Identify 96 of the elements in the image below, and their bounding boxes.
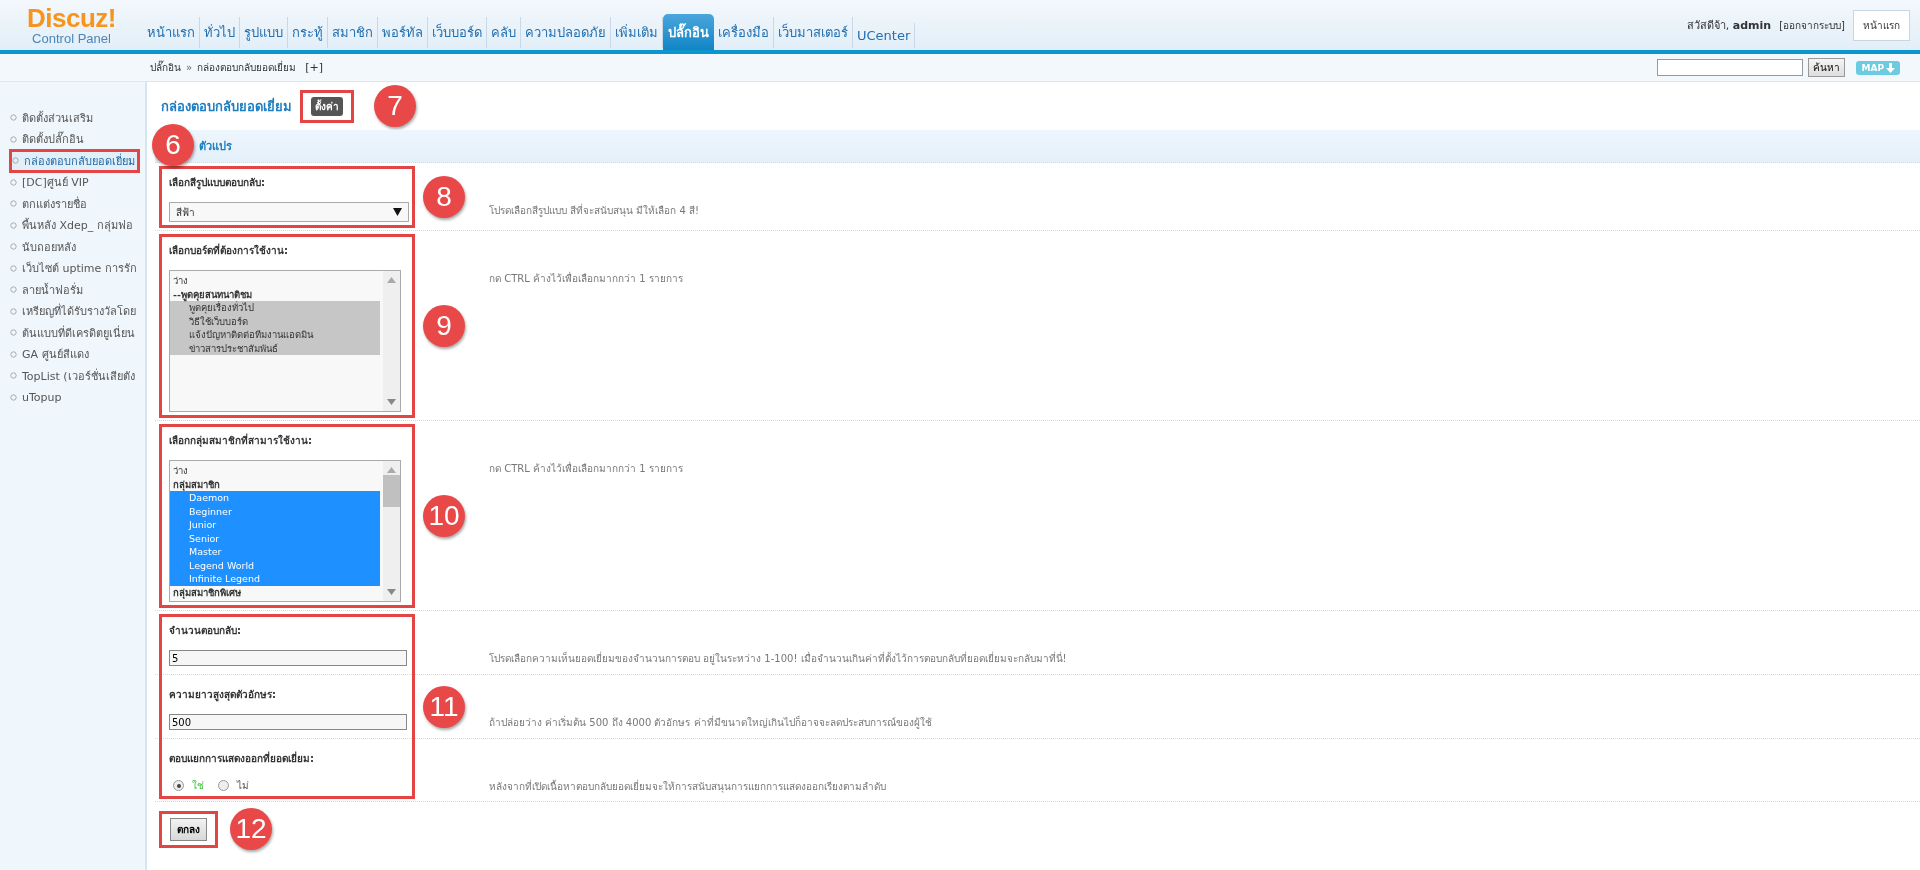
nav-tab[interactable]: เว็บมาสเตอร์ (774, 17, 853, 48)
settings-button[interactable]: ตั้งค่า (311, 96, 343, 116)
search-field[interactable] (1657, 59, 1804, 76)
bullet-icon (10, 372, 17, 380)
logout-link[interactable]: [ออกจากระบบ] (1779, 17, 1845, 33)
field-label: เลือกบอร์ดที่ต้องการใช้งาน: (169, 243, 289, 258)
field-label: เลือกสีรูปแบบตอบกลับ: (169, 176, 266, 190)
scroll-down-arrow-icon[interactable] (387, 399, 396, 405)
sidebar-item[interactable]: TopList (เวอร์ชั่นเสียตัง (0, 365, 145, 387)
callout-marker: 9 (423, 305, 465, 347)
bullet-icon (10, 135, 17, 143)
nav-tab[interactable]: รูปแบบ (240, 17, 288, 48)
nav-tab[interactable]: UCenter (853, 23, 916, 48)
bullet-icon (10, 178, 17, 186)
list-option[interactable]: กลุ่มสมาชิกพิเศษ (170, 585, 380, 599)
sidebar-item[interactable]: นับถอยหลัง (0, 236, 145, 258)
bullet-icon (10, 393, 17, 401)
scroll-up-arrow-icon[interactable] (387, 467, 396, 473)
callout-marker: 12 (230, 808, 272, 850)
sidebar-item[interactable]: uTopup (0, 386, 145, 408)
list-option[interactable]: พูดคุยเรื่องทั่วไป (170, 301, 380, 315)
hint-text: โปรดเลือกสีรูปแบบ สีที่จะสนับสนุน มีให้เลือก 4 สี! (488, 202, 701, 219)
search-button[interactable]: ค้นหา (1808, 58, 1846, 77)
nav-tab[interactable]: คลับ (487, 17, 521, 48)
hint-text: ถ้าปล่อยว่าง ค่าเริ่มต้น 500 ถึง 4000 ตัวอักษร ค่าที่มีขนาดใหญ่เกินไปก็อาจจะลดประสบการณ์ของผู้ใช้ (488, 714, 933, 731)
sidebar-item[interactable]: ติดตั้งปลั๊กอิน (0, 128, 145, 150)
field-label: ความยาวสูงสุดตัวอักษร: (169, 688, 277, 702)
logo-title: Discuz! (27, 4, 116, 31)
multi-select-list[interactable]: ว่าง --พูดคุยสนทนาติชม พูดคุยเรื่องทั่วไป วิธีใช้เว็บบอร์ด แจ้งปัญหาติดต่อทีมงานแอดมิน ข่าวสารประชาสัมพันธ์ (169, 270, 401, 412)
sidebar-item[interactable]: [DC]ศูนย์ VIP (0, 171, 145, 193)
section-title: ตัวแปร (199, 139, 232, 155)
breadcrumb-link[interactable]: ปลั๊กอิน (150, 60, 181, 75)
bullet-icon (10, 350, 17, 358)
color-select[interactable]: สีฟ้า (169, 202, 409, 222)
sidebar-item[interactable]: ต้นแบบที่ดีเครดิตยูเนี่ยน (0, 322, 145, 344)
dropdown-arrow-icon (393, 208, 402, 216)
hint-text: หลังจากที่เปิดเนื้อหาตอบกลับยอดเยี่ยมจะให้การสนับสนุนการแยกการแสดงออกเรียงตามลำดับ (488, 778, 887, 795)
field-label: ตอบแยกการแสดงออกที่ยอดเยี่ยม: (169, 751, 315, 766)
down-arrow-icon (1886, 62, 1895, 73)
multi-select-list[interactable]: ว่าง กลุ่มสมาชิก Daemon Beginner Junior Senior Master Legend World Infinite Legend กลุ่มสมาชิกพิเศษ (169, 460, 401, 602)
greeting-text: สวัสดีจ้า, admin (1686, 18, 1772, 34)
bullet-icon (10, 200, 17, 208)
submit-button[interactable]: ตกลง (170, 817, 207, 841)
hint-text: กด CTRL ค้างไว้เพื่อเลือกมากกว่า 1 รายการ (488, 270, 684, 286)
hint-text: กด CTRL ค้างไว้เพื่อเลือกมากกว่า 1 รายการ (488, 460, 684, 476)
list-option[interactable]: แจ้งปัญหาติดต่อทีมงานแอดมิน (170, 328, 380, 342)
bullet-icon (10, 243, 17, 251)
callout-marker: 7 (374, 85, 416, 127)
nav-tab[interactable]: เครื่องมือ (714, 17, 774, 48)
bullet-icon (12, 157, 19, 165)
scroll-up-arrow-icon[interactable] (387, 277, 396, 283)
callout-marker: 6 (152, 124, 194, 166)
bullet-icon (10, 329, 17, 337)
field-label: จำนวนตอบกลับ: (169, 624, 242, 638)
callout-marker: 11 (423, 685, 465, 728)
nav-tab[interactable]: พอร์ทัล (378, 17, 428, 48)
nav-tab[interactable]: เว็บบอร์ด (428, 17, 487, 48)
breadcrumb-separator: » (186, 62, 193, 73)
bullet-icon (10, 221, 17, 229)
callout-marker: 10 (423, 495, 465, 537)
bullet-icon (10, 307, 17, 315)
sidebar-item[interactable]: พื้นหลัง Xdep_ กลุ่มฟอ (0, 214, 145, 236)
scrollbar[interactable] (383, 271, 400, 411)
field-label: เลือกกลุ่มสมาชิกที่สามารใช้งาน: (169, 433, 313, 448)
page-title: กล่องตอบกลับยอดเยี่ยม (161, 96, 292, 116)
add-shortcut-link[interactable]: [+] (305, 61, 323, 74)
nav-tab[interactable]: ความปลอดภัย (521, 17, 611, 48)
input-field[interactable]: 5 (169, 650, 407, 666)
scrollbar[interactable] (383, 461, 400, 601)
bullet-icon (10, 264, 17, 272)
bullet-icon (10, 286, 17, 294)
radio-option[interactable]: ไม่ (218, 778, 249, 793)
sidebar-item[interactable]: เว็บไซต์ uptime การรัก (0, 257, 145, 279)
sidebar-item[interactable]: ติดตั้งส่วนเสริม (0, 107, 145, 129)
nav-tab[interactable]: กระทู้ (288, 17, 328, 48)
breadcrumb-link[interactable]: กล่องตอบกลับยอดเยี่ยม (197, 60, 297, 75)
bullet-icon (10, 114, 17, 122)
logo-subtitle: Control Panel (32, 30, 111, 46)
nav-tab[interactable]: สมาชิก (328, 17, 378, 48)
sidebar-item[interactable]: GA ศูนย์สีแดง (0, 343, 145, 365)
list-option[interactable]: ว่าง (170, 464, 380, 478)
hint-text: โปรดเลือกความเห็นยอดเยี่ยมของจำนวนการตอบ อยู่ในระหว่าง 1-100! เมื่อจำนวนเกินค่าที่ตั้งไว้การตอบกลับที่ยอดเยี่ยมจะกลับมาที่นี่! (488, 650, 1068, 667)
list-option[interactable]: กลุ่มสมาชิก (170, 477, 380, 491)
scroll-down-arrow-icon[interactable] (387, 589, 396, 595)
home-button[interactable]: หน้าแรก (1853, 9, 1910, 41)
scroll-thumb[interactable] (383, 475, 400, 507)
input-field[interactable]: 500 (169, 714, 407, 730)
sidebar-item[interactable]: ลายน้ำฟอรั่ม (0, 279, 145, 301)
callout-marker: 8 (423, 176, 465, 218)
list-option[interactable]: --พูดคุยสนทนาติชม (170, 287, 380, 301)
sidebar-item[interactable]: ตกแต่งรายชื่อ (0, 193, 145, 215)
sidebar-item[interactable]: เหรียญที่ได้รับรางวัลโดย (0, 300, 145, 322)
sidebar-item[interactable]: กล่องตอบกลับยอดเยี่ยม (10, 150, 139, 172)
nav-tab[interactable]: หน้าแรก (143, 17, 200, 48)
list-option[interactable]: ว่าง (170, 274, 380, 288)
nav-tab[interactable]: ทั่วไป (200, 17, 240, 48)
